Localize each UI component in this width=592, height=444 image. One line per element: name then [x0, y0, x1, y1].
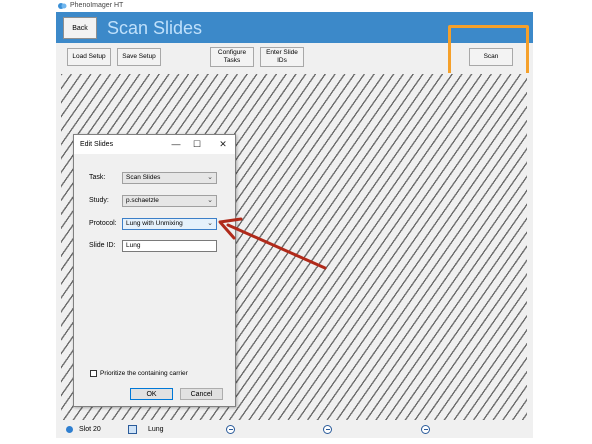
chevron-down-icon: ⌄	[207, 197, 213, 204]
study-label: Study:	[89, 197, 109, 204]
slot-label: Slot 20	[79, 426, 101, 433]
window-titlebar: PhenoImager HT	[56, 0, 533, 12]
edit-slides-dialog: Edit Slides — ☐ ✕ Task: Scan Slides ⌄ St…	[73, 134, 236, 407]
page-title: Scan Slides	[107, 18, 203, 38]
maximize-icon[interactable]: ☐	[192, 139, 202, 149]
save-setup-button[interactable]: Save Setup	[117, 48, 161, 66]
slot-status-icon	[66, 426, 73, 433]
task-label: Task:	[89, 174, 106, 181]
slide-id-label: Slide ID:	[89, 242, 116, 249]
slide-name: Lung	[148, 426, 164, 433]
minus-circle-icon[interactable]	[226, 425, 235, 434]
app-icon	[58, 3, 67, 9]
window-title: PhenoImager HT	[70, 2, 124, 9]
chevron-down-icon: ⌄	[207, 174, 213, 181]
chevron-down-icon: ⌄	[207, 220, 213, 227]
ok-button[interactable]: OK	[130, 388, 173, 400]
prioritize-checkbox[interactable]	[90, 370, 97, 377]
minus-circle-icon[interactable]	[323, 425, 332, 434]
slide-icon[interactable]	[128, 425, 137, 434]
minus-circle-icon[interactable]	[421, 425, 430, 434]
configure-tasks-button[interactable]: Configure Tasks	[210, 47, 254, 67]
dialog-title: Edit Slides	[80, 141, 114, 148]
close-icon[interactable]: ✕	[218, 139, 228, 149]
enter-slide-ids-button[interactable]: Enter Slide IDs	[260, 47, 304, 67]
slide-id-input[interactable]: Lung	[122, 240, 217, 252]
back-button[interactable]: Back	[63, 17, 97, 39]
protocol-value: Lung with Unmixing	[126, 220, 183, 227]
study-value: p.schaetzle	[126, 197, 159, 204]
task-value: Scan Slides	[126, 174, 161, 181]
cancel-button[interactable]: Cancel	[180, 388, 223, 400]
prioritize-label: Prioritize the containing carrier	[100, 370, 188, 377]
protocol-label: Protocol:	[89, 220, 117, 227]
load-setup-button[interactable]: Load Setup	[67, 48, 111, 66]
dialog-titlebar[interactable]: Edit Slides — ☐ ✕	[74, 135, 235, 154]
minimize-icon[interactable]: —	[171, 139, 181, 149]
study-select[interactable]: p.schaetzle ⌄	[122, 195, 217, 207]
protocol-select[interactable]: Lung with Unmixing ⌄	[122, 218, 217, 230]
task-select[interactable]: Scan Slides ⌄	[122, 172, 217, 184]
